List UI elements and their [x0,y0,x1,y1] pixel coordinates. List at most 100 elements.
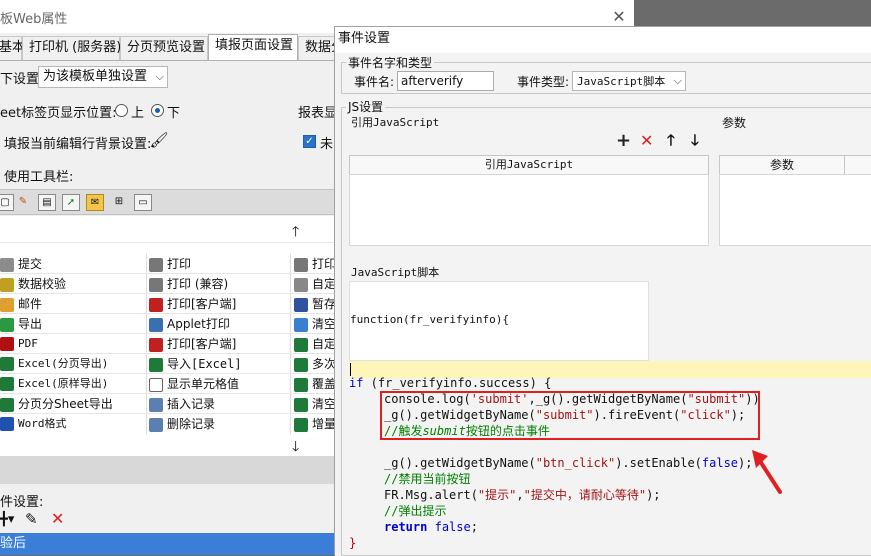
list-item[interactable]: 导入[Excel] [149,354,242,374]
save-icon [294,297,308,312]
code-line[interactable]: FR.Msg.alert("提示","提交中，请耐心等待"); [384,487,661,503]
save-icon[interactable]: ▢ [0,194,14,211]
sheet-export-icon [0,397,14,412]
clear-icon [294,397,308,412]
tab-page-preview[interactable]: 分页预览设置 [120,36,208,60]
event-name-label: 事件名: [354,75,395,89]
list-item[interactable]: Word格式 [0,414,67,434]
pdf-icon [0,337,14,351]
event-list-item-selected[interactable]: 验后 [0,533,340,555]
close-icon[interactable]: ✕ [608,6,630,28]
tree-icon[interactable]: ⊞ [110,194,128,211]
mail-icon [0,297,14,312]
code-line[interactable]: if (fr_verifyinfo.success) { [349,375,551,391]
list-item[interactable]: Excel(分页导出) [0,354,108,374]
list-item[interactable]: 打印[客户端] [149,294,236,314]
import-excel-icon [149,357,163,372]
radio-down[interactable] [151,104,164,117]
tab-fill-page[interactable]: 填报页面设置 [208,34,298,61]
list-item[interactable]: PDF [0,334,38,354]
dialog-title: 事件设置 [335,27,871,53]
list-item[interactable]: 提交 [0,254,42,274]
event-type-select[interactable]: JavaScript脚本 ⌵ [572,71,686,91]
js-script-label: JavaScript脚本 [351,266,440,279]
pencil-icon[interactable]: ✎ [14,194,32,211]
gear-icon [294,277,308,292]
ref-js-list[interactable] [349,174,709,246]
delete-icon[interactable]: ✕ [51,509,64,528]
list-item[interactable]: Excel(原样导出) [0,374,108,394]
list-item[interactable]: 插入记录 [149,394,215,414]
add-dropdown-icon[interactable]: ╋▾ [0,512,14,527]
chevron-down-icon: ⌵ [155,70,164,83]
settings-select[interactable]: 为该模板单独设置 ⌵ [38,66,168,88]
list-item[interactable]: 分页分Sheet导出 [0,394,113,414]
chevron-down-icon: ⌵ [673,74,682,87]
params-label: 参数 [722,116,747,130]
submit-icon [0,257,14,272]
event-type-label: 事件类型: [517,75,570,89]
cell-value-icon [149,377,163,392]
group-title-js: JS设置 [346,98,386,115]
tab-divider [0,60,340,61]
list-item[interactable]: 删除记录 [149,414,215,434]
verify-icon [0,277,14,292]
sheet-position-label: eet标签页显示位置: [0,106,117,121]
radio-up[interactable] [115,104,128,117]
toolbar-label: 使用工具栏: [4,170,74,185]
code-line[interactable]: _g().getWidgetByName("btn_click").setEna… [384,455,752,471]
list-item[interactable]: 数据校验 [0,274,66,294]
move-up-icon[interactable]: 🡑 [667,130,675,155]
list-item[interactable]: 导出 [0,314,42,334]
excel-icon [0,377,14,391]
code-line[interactable]: return false; [384,519,478,535]
event-name-input[interactable]: afterverify [397,71,494,91]
printer-icon[interactable]: ▤ [38,194,56,211]
params-list[interactable] [719,174,871,246]
list-item[interactable]: 打印 [149,254,191,274]
function-signature: function(fr_verifyinfo){ [350,313,509,326]
event-settings-label: 件设置: [0,495,44,510]
insert-record-icon [149,397,163,412]
report-display-label: 报表显 [298,106,338,121]
word-icon [0,417,14,431]
separator-band [0,456,340,484]
move-icon [294,257,308,272]
list-item[interactable]: 邮件 [0,294,42,314]
window-title: 板Web属性 [0,12,68,27]
settings-label: 下设置: [0,72,44,87]
list-item[interactable]: 打印 (兼容) [149,274,228,294]
paint-bucket-icon[interactable]: 🖌 [149,130,169,150]
annotation-arrow-icon [752,450,782,494]
list-item[interactable]: Applet打印 [149,314,230,334]
delete-icon[interactable]: ✕ [640,131,653,150]
tab-printer-server[interactable]: 打印机 (服务器) [22,36,121,60]
printer-icon [149,277,163,292]
client-print-icon [149,297,163,312]
list-item[interactable]: 显示单元格值 [149,374,239,394]
params-column-header: 参数 [719,155,845,175]
window-icon[interactable]: ▭ [134,194,152,211]
overwrite-icon [294,377,308,392]
mail-icon[interactable]: ✉ [86,194,104,211]
unfilled-checkbox[interactable]: ✓ [303,135,316,148]
radio-up-label: 上 [131,106,145,121]
export-icon[interactable]: ➚ [62,194,80,211]
add-icon[interactable]: + [616,130,631,151]
edit-icon[interactable]: ✎ [25,510,38,528]
ref-js-label: 引用JavaScript [351,116,440,129]
tab-basic[interactable]: 基本 [0,36,25,60]
code-line[interactable]: } [349,535,356,551]
toolbar-strip: ▢ ✎ ▤ ➚ ✉ ⊞ ▭ [0,189,340,215]
multi-icon [294,357,308,372]
annotation-highlight-box [380,391,760,440]
printer-icon [149,257,163,272]
delete-record-icon [149,417,163,432]
move-down-icon[interactable]: 🡓 [691,130,699,155]
excel-icon [0,357,14,371]
list-item[interactable]: 打印[客户端] [149,334,236,354]
radio-down-label: 下 [167,106,181,121]
code-comment[interactable]: //弹出提示 [384,503,446,519]
unfilled-label: 未 [320,137,334,152]
code-comment[interactable]: //禁用当前按钮 [384,471,470,487]
